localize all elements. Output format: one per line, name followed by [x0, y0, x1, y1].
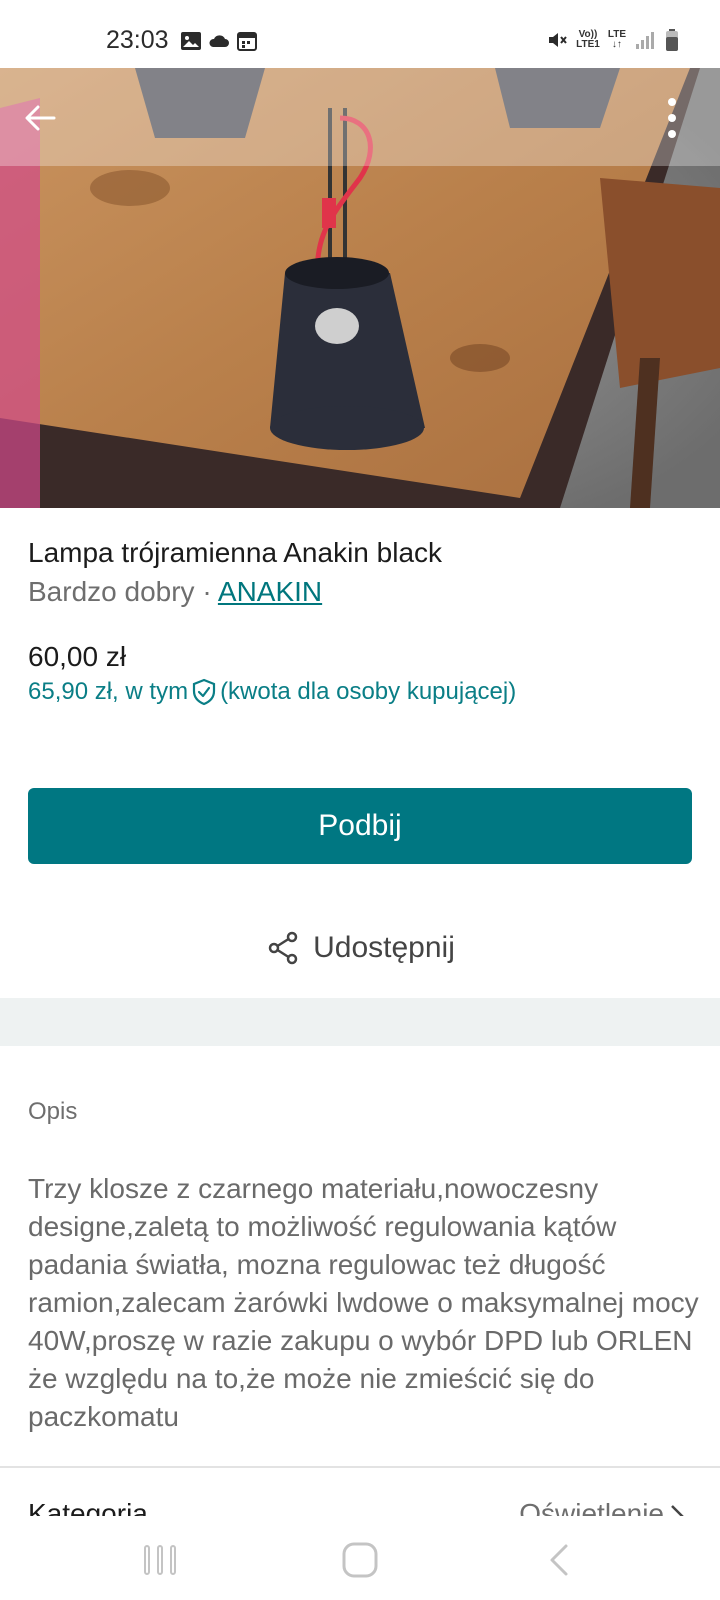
status-icons-right: Vo)) LTE1 LTE ↓↑: [546, 28, 680, 52]
share-button[interactable]: Udostępnij: [0, 920, 720, 976]
mute-icon: [549, 33, 567, 47]
home-icon[interactable]: [340, 1540, 380, 1580]
arrow-left-icon[interactable]: [20, 98, 60, 138]
signal-icon: [636, 32, 654, 49]
listing-title: Lampa trójramienna Anakin black: [28, 537, 443, 568]
volte-icon: Vo)) LTE1: [576, 29, 600, 50]
battery-icon: [666, 29, 678, 51]
bump-button[interactable]: Podbij: [28, 788, 692, 864]
section-divider: [0, 998, 720, 1046]
brand-link[interactable]: ANAKIN: [218, 576, 322, 607]
shield-check-icon: [192, 678, 216, 706]
more-vertical-icon[interactable]: [664, 96, 680, 140]
status-icons-left: [180, 30, 258, 52]
lte-icon: LTE ↓↑: [607, 29, 626, 50]
price: 60,00 zł: [28, 641, 127, 672]
system-nav-bar: [0, 1516, 720, 1600]
cloud-icon: [209, 35, 229, 47]
listing-subline: Bardzo dobry · ANAKIN: [28, 576, 322, 608]
divider-line: [0, 1466, 720, 1468]
status-bar: 23:03 Vo)) LTE1 LTE ↓↑: [0, 0, 720, 68]
separator: ·: [202, 576, 212, 607]
fee-note: (kwota dla osoby kupującej): [220, 678, 517, 705]
description-label: Opis: [28, 1098, 78, 1125]
share-icon: [268, 931, 298, 965]
calendar-icon: [237, 32, 257, 51]
share-label: Udostępnij: [313, 931, 455, 964]
gallery-icon: [181, 32, 201, 50]
condition-text: Bardzo dobry: [28, 576, 195, 607]
price-with-fee[interactable]: 65,90 zł, w tym (kwota dla osoby kupując…: [28, 678, 516, 706]
back-nav-icon[interactable]: [540, 1540, 580, 1580]
price-with-fee-text: 65,90 zł, w tym: [28, 678, 189, 705]
status-time: 23:03: [106, 26, 169, 54]
description-text: Trzy klosze z czarnego materiału,nowocze…: [28, 1173, 699, 1432]
recent-apps-icon[interactable]: [140, 1540, 180, 1580]
image-top-bar: [0, 68, 720, 166]
